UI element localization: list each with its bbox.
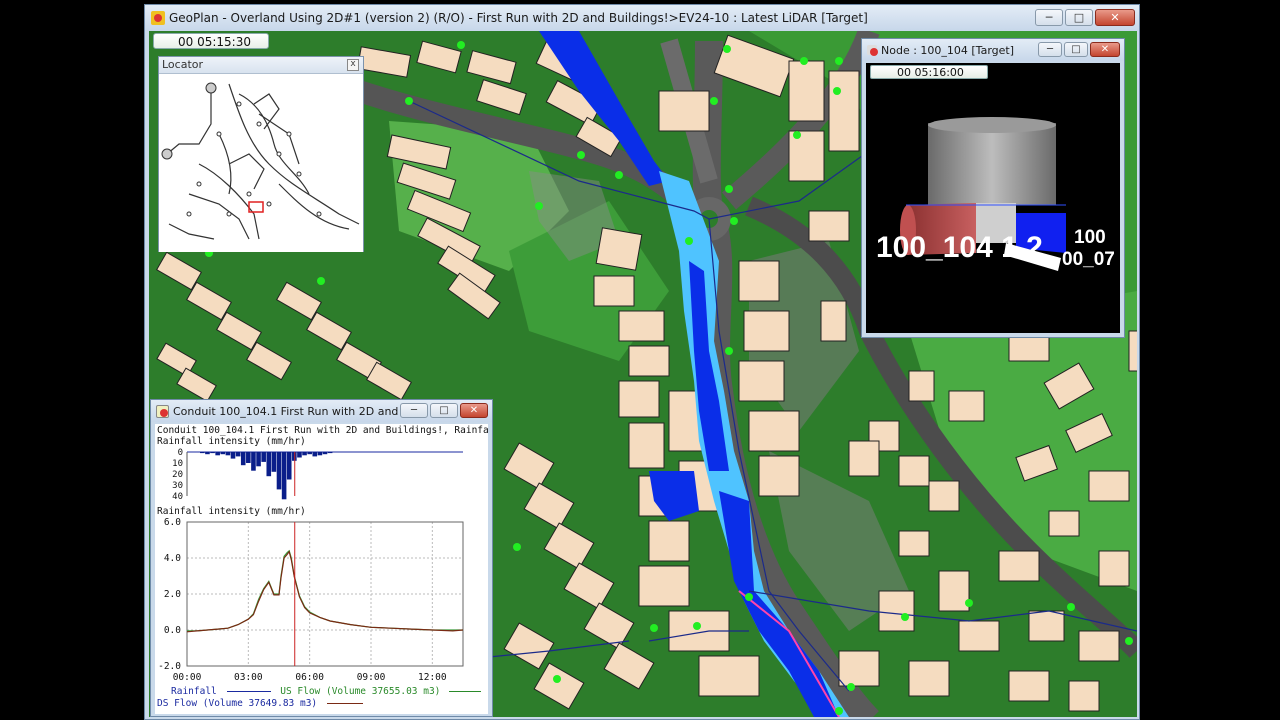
rainfall-bar: [220, 452, 226, 455]
node-window: Node : 100_104 [Target] ─ □ ✕ 00 05:16:0…: [861, 38, 1125, 338]
node-3d-view[interactable]: 00 05:16:00 100_104 1.2 100 00_07: [866, 63, 1120, 333]
flow-x-tick-label: 06:00: [295, 672, 324, 683]
rainfall-bar: [286, 452, 292, 480]
rainfall-axis-label: Rainfall intensity (mm/hr): [157, 436, 306, 447]
legend-us-label: US Flow (Volume 37655.03 m3): [280, 686, 441, 697]
geoplan-app-icon: [151, 11, 165, 25]
maximize-button[interactable]: □: [1065, 9, 1093, 26]
minimize-button[interactable]: ─: [1035, 9, 1063, 26]
manhole-3d-render: [900, 117, 1066, 271]
main-window-title: GeoPlan - Overland Using 2D#1 (version 2…: [169, 11, 868, 25]
rainfall-bar: [210, 452, 215, 454]
ds-flow-line: [186, 550, 464, 633]
main-titlebar[interactable]: GeoPlan - Overland Using 2D#1 (version 2…: [145, 5, 1139, 31]
conduit-titlebar[interactable]: Conduit 100_104.1 First Run with 2D and …: [151, 400, 492, 422]
rainfall-bar: [276, 452, 282, 490]
close-button[interactable]: ✕: [1095, 9, 1135, 26]
rainfall-bar: [297, 452, 302, 458]
rainfall-bar: [266, 452, 272, 477]
rainfall-bar: [205, 452, 210, 455]
rainfall-bar: [215, 452, 220, 456]
rainfall-y-tick-label: 40: [172, 492, 183, 500]
flow-x-tick-label: 03:00: [234, 672, 263, 683]
conduit-close-button[interactable]: ✕: [460, 403, 488, 418]
rainfall-y-tick-label: 30: [172, 481, 183, 491]
flow-x-tick-label: 09:00: [357, 672, 386, 683]
rainfall-bar: [230, 452, 236, 459]
legend-rainfall-label: Rainfall: [171, 686, 217, 697]
rainfall-bar: [307, 452, 312, 455]
locator-close-icon[interactable]: x: [347, 59, 359, 71]
conduit-maximize-button[interactable]: □: [430, 403, 458, 418]
node-maximize-button[interactable]: □: [1064, 42, 1088, 57]
node-minimize-button[interactable]: ─: [1038, 42, 1062, 57]
rainfall-bar: [317, 452, 323, 456]
manhole-top: [928, 117, 1056, 133]
rainfall-bar: [302, 452, 307, 456]
legend-ds-swatch: [326, 703, 363, 704]
graph-title: Conduit 100_104.1 First Run with 2D and …: [157, 425, 488, 436]
legend-ds-label: DS Flow (Volume 37649.83 m3): [157, 698, 318, 709]
graph-window-icon: [156, 404, 169, 418]
rainfall-bar: [271, 452, 277, 472]
graph-area[interactable]: Conduit 100_104.1 First Run with 2D and …: [155, 424, 488, 714]
rainfall-bar: [246, 452, 251, 463]
legend-rainfall: Rainfall US Flow (Volume 37655.03 m3): [171, 686, 482, 697]
screen: GeoPlan - Overland Using 2D#1 (version 2…: [0, 0, 1280, 720]
node-label-right-bottom: 00_07: [1062, 249, 1115, 270]
node-window-title: Node : 100_104 [Target]: [881, 43, 1015, 57]
node-close-button[interactable]: ✕: [1090, 42, 1120, 57]
node-label-right-top: 100: [1074, 227, 1106, 248]
rainfall-bar: [327, 452, 333, 454]
flow-chart: 6.0 4.0 2.0 0.0 -2.000:00 03:00 06:00 09:00 12:0…: [158, 517, 464, 683]
flow-y-tick-label: 4.0: [164, 553, 181, 564]
rainfall-y-tick-label: 20: [172, 470, 183, 480]
rainfall-bar: [235, 452, 241, 457]
rainfall-chart: 010203040: [172, 448, 463, 500]
node-label-left: 100_104 1.2: [876, 231, 1043, 264]
legend-us-swatch: [449, 691, 482, 692]
rainfall-bar: [322, 452, 328, 455]
main-time-display: 00 05:15:30: [153, 33, 269, 49]
locator-title: Locator: [162, 58, 204, 71]
rainfall-bar: [200, 452, 205, 454]
flow-y-tick-label: 6.0: [164, 517, 181, 528]
manhole-shaft: [928, 123, 1056, 205]
locator-header: Locator x: [159, 57, 363, 74]
conduit-graph-window: Conduit 100_104.1 First Run with 2D and …: [150, 399, 493, 717]
flow-y-tick-label: 0.0: [164, 625, 181, 636]
node-window-icon: [867, 45, 878, 56]
legend-rainfall-swatch: [226, 691, 271, 692]
locator-panel[interactable]: Locator x: [158, 56, 364, 252]
rainfall-y-tick-label: 10: [172, 459, 183, 469]
rainfall-y-tick-label: 0: [178, 448, 183, 458]
rainfall-bar: [281, 452, 287, 500]
flow-x-tick-label: 00:00: [173, 672, 202, 683]
rainfall-bar: [240, 452, 246, 466]
node-titlebar[interactable]: Node : 100_104 [Target] ─ □ ✕: [862, 39, 1124, 61]
conduit-window-title: Conduit 100_104.1 First Run with 2D and …: [173, 404, 420, 418]
rainfall-bar: [251, 452, 256, 471]
legend-ds: DS Flow (Volume 37649.83 m3): [157, 698, 363, 709]
rainfall-bar: [312, 452, 318, 457]
conduit-minimize-button[interactable]: ─: [400, 403, 428, 418]
rainfall-bar: [256, 452, 261, 467]
flow-y-tick-label: -2.0: [158, 661, 181, 672]
locator-overview-map[interactable]: [159, 74, 363, 252]
rainfall-bar: [261, 452, 266, 462]
flow-x-tick-label: 12:00: [418, 672, 447, 683]
rainfall-bar: [225, 452, 231, 456]
flow-y-tick-label: 2.0: [164, 589, 181, 600]
